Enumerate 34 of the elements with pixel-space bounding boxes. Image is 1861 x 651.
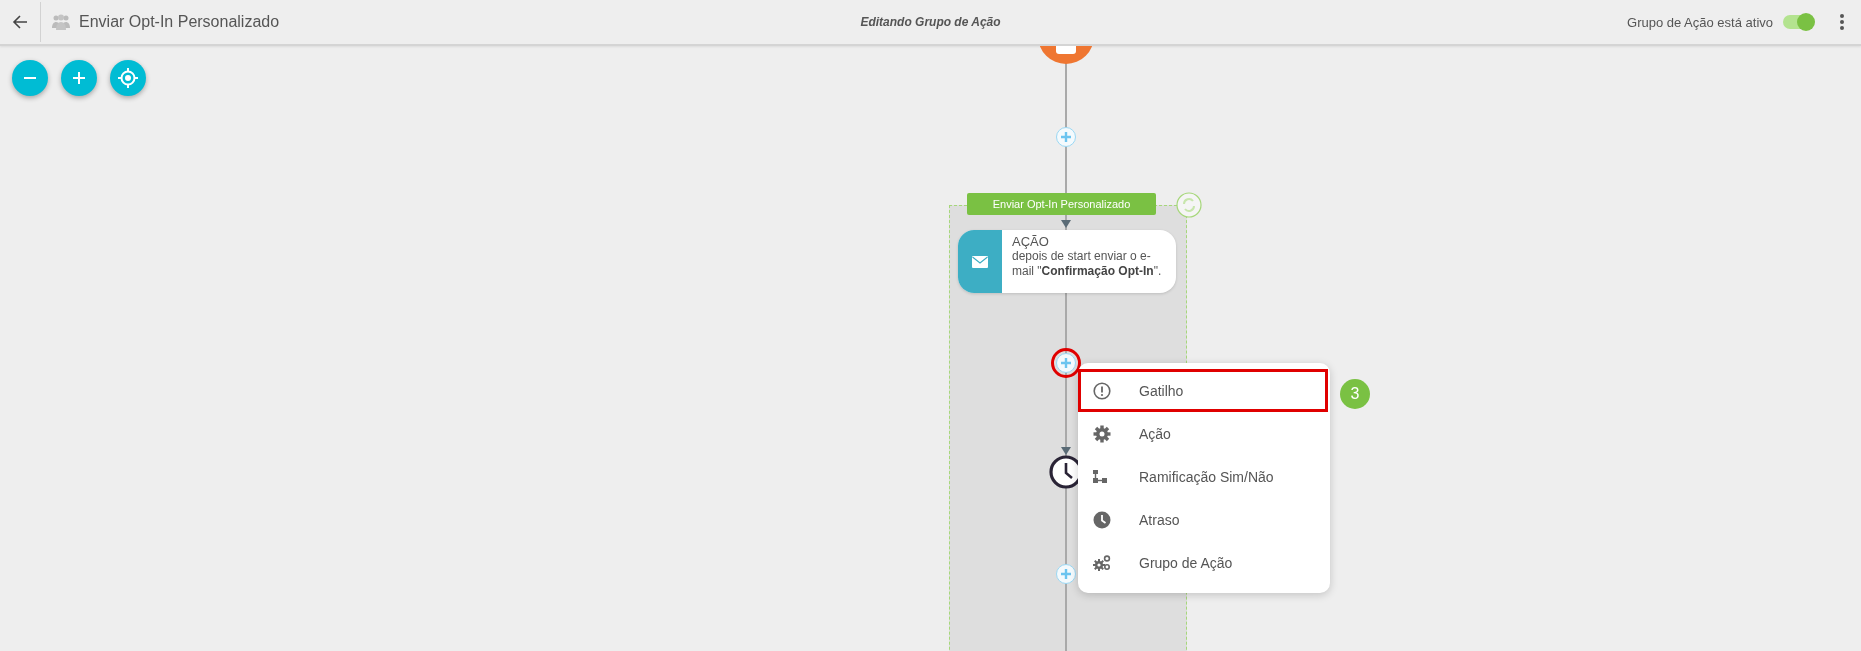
- plus-icon: [1060, 357, 1072, 369]
- card-type: AÇÃO: [1012, 234, 1050, 249]
- status-label: Grupo de Ação está ativo: [1627, 14, 1773, 30]
- page-title: Enviar Opt-In Personalizado: [79, 13, 280, 31]
- alert-icon: [1093, 381, 1111, 400]
- menu-item[interactable]: Grupo de Ação: [1078, 541, 1328, 584]
- zoom-in-button[interactable]: [61, 60, 97, 96]
- editing-title: Editando Grupo de Ação: [860, 15, 1001, 29]
- zoom-out-button[interactable]: [12, 60, 48, 96]
- refresh-icon[interactable]: [1176, 192, 1202, 218]
- group-label: Enviar Opt-In Personalizado: [967, 193, 1156, 215]
- hierarchy-icon: [1093, 469, 1107, 484]
- envelope-icon: [972, 255, 988, 268]
- plus-icon: [1060, 568, 1072, 580]
- menu-item[interactable]: Ação: [1078, 412, 1328, 455]
- gears-icon: [1093, 554, 1111, 571]
- step-badge: 3: [1340, 379, 1370, 409]
- target-icon: [117, 67, 139, 89]
- back-arrow-icon: [12, 14, 28, 30]
- clock-icon: [1093, 510, 1111, 529]
- arrow-head-icon: [1061, 447, 1071, 455]
- plus-icon: [72, 71, 86, 85]
- active-toggle[interactable]: [1783, 15, 1813, 29]
- menu-item[interactable]: Ramificação Sim/Não: [1078, 455, 1328, 498]
- people-icon: [51, 14, 71, 30]
- center-button[interactable]: [110, 60, 146, 96]
- arrow-head-icon: [1061, 220, 1071, 228]
- menu-item[interactable]: Atraso: [1078, 498, 1328, 541]
- plus-icon: [1060, 131, 1072, 143]
- card-description: depois de start enviar o e-mail "Confirmação Opt-In".: [1012, 249, 1163, 279]
- action-card[interactable]: AÇÃO depois de start enviar o e-mail "Confirmação Opt-In".: [958, 230, 1176, 293]
- gear-icon: [1093, 424, 1111, 443]
- more-icon[interactable]: [1839, 13, 1845, 31]
- menu-item[interactable]: Gatilho: [1078, 369, 1328, 412]
